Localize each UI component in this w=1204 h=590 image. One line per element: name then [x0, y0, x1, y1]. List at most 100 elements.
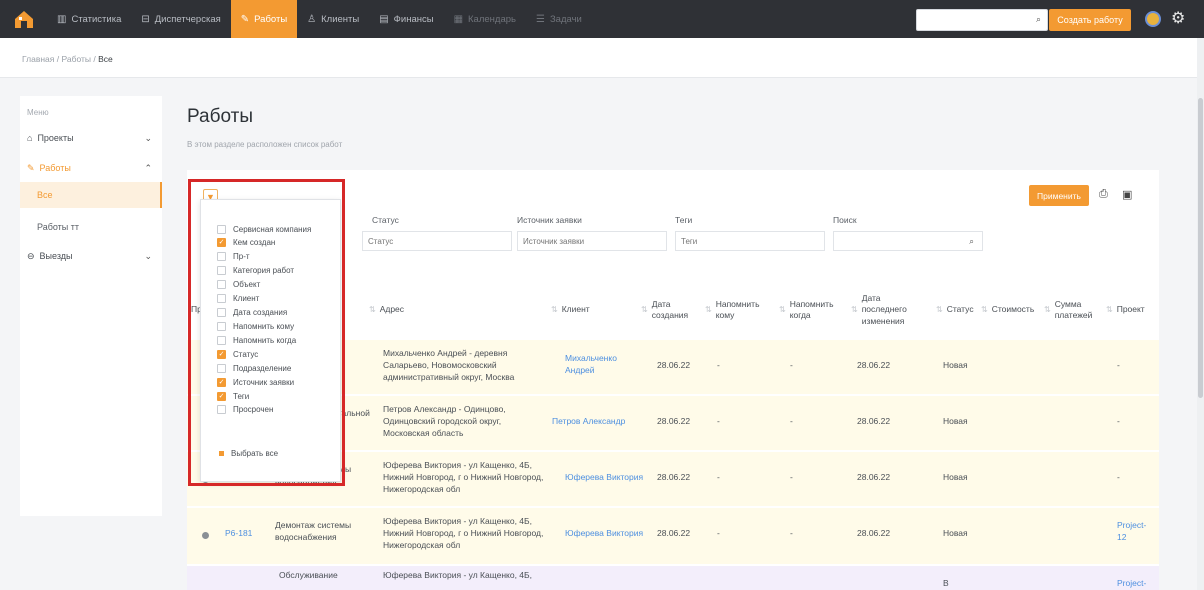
- col-header-label: Проект: [1116, 304, 1145, 315]
- nav-statistics[interactable]: ▥ Статистика: [47, 0, 131, 38]
- create-work-button[interactable]: Создать работу: [1049, 9, 1131, 31]
- checkbox[interactable]: [217, 266, 226, 275]
- col-header-label: Адрес: [379, 304, 405, 315]
- tags-filter-input[interactable]: [676, 232, 824, 250]
- table-row[interactable]: Обслуживание Юферева Виктория - ул Кащен…: [187, 566, 1159, 590]
- checkbox[interactable]: [217, 225, 226, 234]
- column-option[interactable]: Подразделение: [217, 362, 291, 375]
- checkbox[interactable]: [217, 322, 226, 331]
- col-header-label: Дата создания: [651, 298, 689, 320]
- checkbox[interactable]: [217, 294, 226, 303]
- table-row[interactable]: Р6-181 Демонтаж системы водоснабжения Юф…: [187, 508, 1159, 564]
- checkbox[interactable]: [217, 405, 226, 414]
- status-filter: [362, 231, 512, 251]
- col-header-label: Сумма платежей: [1054, 298, 1093, 320]
- column-option[interactable]: Пр-т: [217, 250, 250, 263]
- column-option-label: Теги: [233, 392, 250, 401]
- checkbox[interactable]: [217, 336, 226, 345]
- home-logo-icon[interactable]: [9, 4, 39, 34]
- col-header-status[interactable]: ⇅ Статус: [932, 280, 974, 340]
- col-header-address[interactable]: ⇅ Адрес: [365, 280, 404, 340]
- select-all-option[interactable]: Выбрать все: [217, 449, 278, 458]
- column-option-label: Категория работ: [233, 266, 295, 275]
- status-cell: В: [943, 578, 949, 588]
- global-search-input[interactable]: [917, 10, 1027, 30]
- col-header-cost[interactable]: ⇅ Стоимость: [977, 280, 1034, 340]
- scrollbar-thumb[interactable]: [1198, 98, 1203, 398]
- column-option[interactable]: Напомнить когда: [217, 334, 296, 347]
- nav-works[interactable]: ✎ Работы: [230, 0, 298, 38]
- col-header-project[interactable]: ⇅ Проект: [1102, 280, 1145, 340]
- breadcrumb: Главная / Работы / Все: [22, 54, 113, 64]
- col-header-remind-who[interactable]: ⇅ Напомнить кому: [701, 280, 771, 340]
- checkbox[interactable]: [217, 280, 226, 289]
- last-change-date: 28.06.22: [857, 528, 891, 538]
- column-option[interactable]: Дата создания: [217, 306, 287, 319]
- save-icon[interactable]: ▣: [1122, 188, 1132, 201]
- checkbox[interactable]: [217, 364, 226, 373]
- sidebar-item-visits[interactable]: ⊖ Выезды ⌄: [20, 244, 162, 268]
- address-cell: Юферева Виктория - ул Кащенко, 4Б, Нижни…: [383, 516, 544, 550]
- last-change-date: 28.06.22: [857, 360, 891, 370]
- sidebar-item-all[interactable]: Все: [20, 182, 162, 208]
- client-link[interactable]: Юферева Виктория: [565, 472, 643, 484]
- col-header-client[interactable]: ⇅ Клиент: [547, 280, 590, 340]
- nav-dispatch[interactable]: ⊟ Диспетчерская: [131, 0, 230, 38]
- col-header-remind-when[interactable]: ⇅ Напомнить когда: [775, 280, 845, 340]
- user-avatar[interactable]: [1145, 11, 1161, 27]
- print-icon[interactable]: ⎙: [1099, 188, 1108, 201]
- user-icon: ♙: [307, 13, 317, 25]
- column-option[interactable]: Просрочен: [217, 403, 273, 416]
- column-option[interactable]: Объект: [217, 278, 260, 291]
- column-option[interactable]: ✓ Источник заявки: [217, 376, 294, 389]
- calendar-icon: ▦: [453, 13, 464, 25]
- search-icon[interactable]: ⌕: [969, 236, 974, 247]
- nav-clients[interactable]: ♙ Клиенты: [297, 0, 369, 38]
- breadcrumb-works[interactable]: Работы: [61, 54, 91, 64]
- search-filter-input[interactable]: [834, 232, 982, 250]
- sidebar-item-projects[interactable]: ⌂ Проекты ⌄: [20, 126, 162, 150]
- remind-who-cell: -: [717, 360, 720, 370]
- project-link[interactable]: Project-12: [1117, 520, 1147, 544]
- status-cell: Новая: [943, 416, 968, 426]
- checkbox[interactable]: [217, 308, 226, 317]
- column-option[interactable]: Сервисная компания: [217, 223, 311, 236]
- project-cell: -: [1117, 416, 1120, 426]
- checkbox-checked[interactable]: ✓: [217, 378, 226, 387]
- column-option[interactable]: ✓ Кем создан: [217, 236, 275, 249]
- nav-calendar[interactable]: ▦ Календарь: [444, 0, 526, 38]
- column-option[interactable]: Категория работ: [217, 264, 294, 277]
- source-filter-input[interactable]: [518, 232, 666, 250]
- checkbox-checked[interactable]: ✓: [217, 392, 226, 401]
- client-link[interactable]: Юферева Виктория: [565, 528, 643, 540]
- nav-tasks[interactable]: ☰ Задачи: [526, 0, 592, 38]
- apply-button[interactable]: Применить: [1029, 185, 1089, 206]
- client-link[interactable]: Петров Александр: [552, 416, 625, 428]
- work-id-link[interactable]: Р6-181: [225, 528, 252, 540]
- status-filter-input[interactable]: [363, 232, 511, 250]
- col-header-created[interactable]: ⇅ Дата создания: [637, 280, 697, 340]
- col-header-label: Стоимость: [991, 304, 1035, 315]
- checkbox-checked[interactable]: ✓: [217, 238, 226, 247]
- sidebar-item-works-tt[interactable]: Работы тт: [20, 214, 162, 240]
- source-filter: [517, 231, 667, 251]
- column-option[interactable]: Напомнить кому: [217, 320, 294, 333]
- checkbox-checked[interactable]: ✓: [217, 350, 226, 359]
- search-icon[interactable]: ⌕: [1036, 14, 1041, 25]
- column-option[interactable]: ✓ Теги: [217, 390, 249, 403]
- page-scrollbar[interactable]: [1197, 38, 1204, 590]
- client-link[interactable]: Михальченко Андрей: [565, 353, 635, 377]
- checkbox[interactable]: [217, 252, 226, 261]
- nav-finance[interactable]: ▤ Финансы: [369, 0, 443, 38]
- gear-icon[interactable]: ⚙: [1171, 8, 1185, 28]
- col-header-payments[interactable]: ⇅ Сумма платежей: [1040, 280, 1100, 340]
- column-option[interactable]: ✓ Статус: [217, 348, 258, 361]
- col-header-label: Напомнить кому: [715, 298, 760, 320]
- project-link[interactable]: Project-: [1117, 578, 1146, 590]
- sidebar-item-works[interactable]: ✎ Работы ⌃: [20, 156, 162, 180]
- breadcrumb-home[interactable]: Главная: [22, 54, 54, 64]
- sidebar-item-label: Выезды: [39, 251, 73, 261]
- column-option[interactable]: Клиент: [217, 292, 259, 305]
- column-option-label: Просрочен: [233, 405, 274, 414]
- col-header-last-change[interactable]: ⇅ Дата последнего изменения: [847, 280, 929, 340]
